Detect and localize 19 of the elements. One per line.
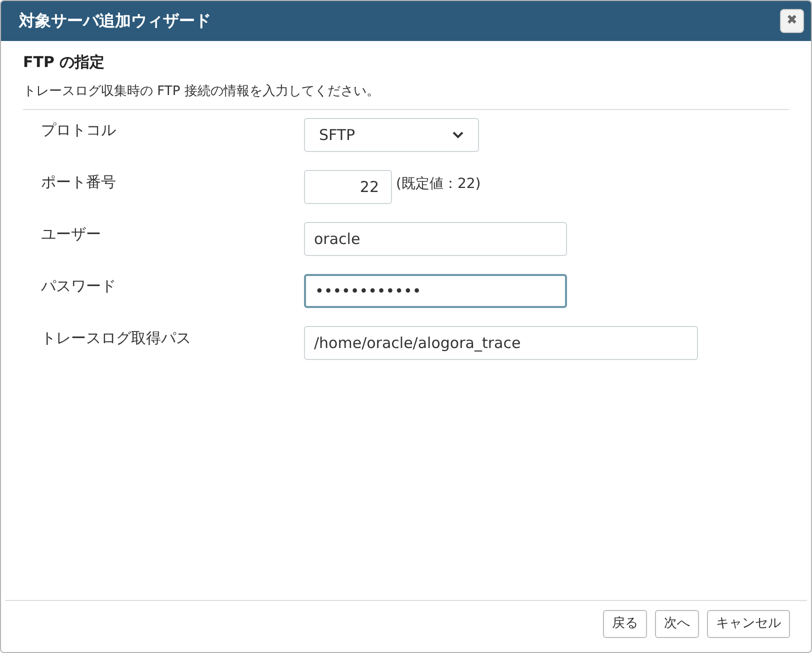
field-label: ポート番号 bbox=[41, 172, 117, 193]
close-button[interactable]: ✖ bbox=[780, 9, 804, 33]
field-label: トレースログ取得パス bbox=[41, 328, 192, 349]
section-heading: FTP の指定 bbox=[23, 52, 106, 73]
field-label: パスワード bbox=[41, 276, 117, 297]
chevron-down-icon bbox=[452, 131, 464, 139]
input-field[interactable]: oracle bbox=[304, 222, 567, 256]
input-field[interactable]: /home/oracle/alogora_trace bbox=[304, 326, 698, 360]
section-description: トレースログ収集時の FTP 接続の情報を入力してください。 bbox=[23, 82, 380, 100]
default-value-note: (既定値：22) bbox=[396, 175, 481, 194]
dialog-button[interactable]: 戻る bbox=[603, 610, 647, 638]
dialog-button[interactable]: キャンセル bbox=[707, 610, 790, 638]
dialog-button[interactable]: 次へ bbox=[655, 610, 699, 638]
input-field[interactable]: 22 bbox=[304, 170, 392, 204]
protocol-dropdown[interactable]: SFTP bbox=[304, 118, 479, 152]
password-field[interactable]: •••••••••••• bbox=[304, 274, 567, 308]
window-title: 対象サーバ追加ウィザード bbox=[19, 10, 211, 32]
field-label: ユーザー bbox=[41, 224, 102, 245]
field-label: プロトコル bbox=[41, 120, 117, 141]
